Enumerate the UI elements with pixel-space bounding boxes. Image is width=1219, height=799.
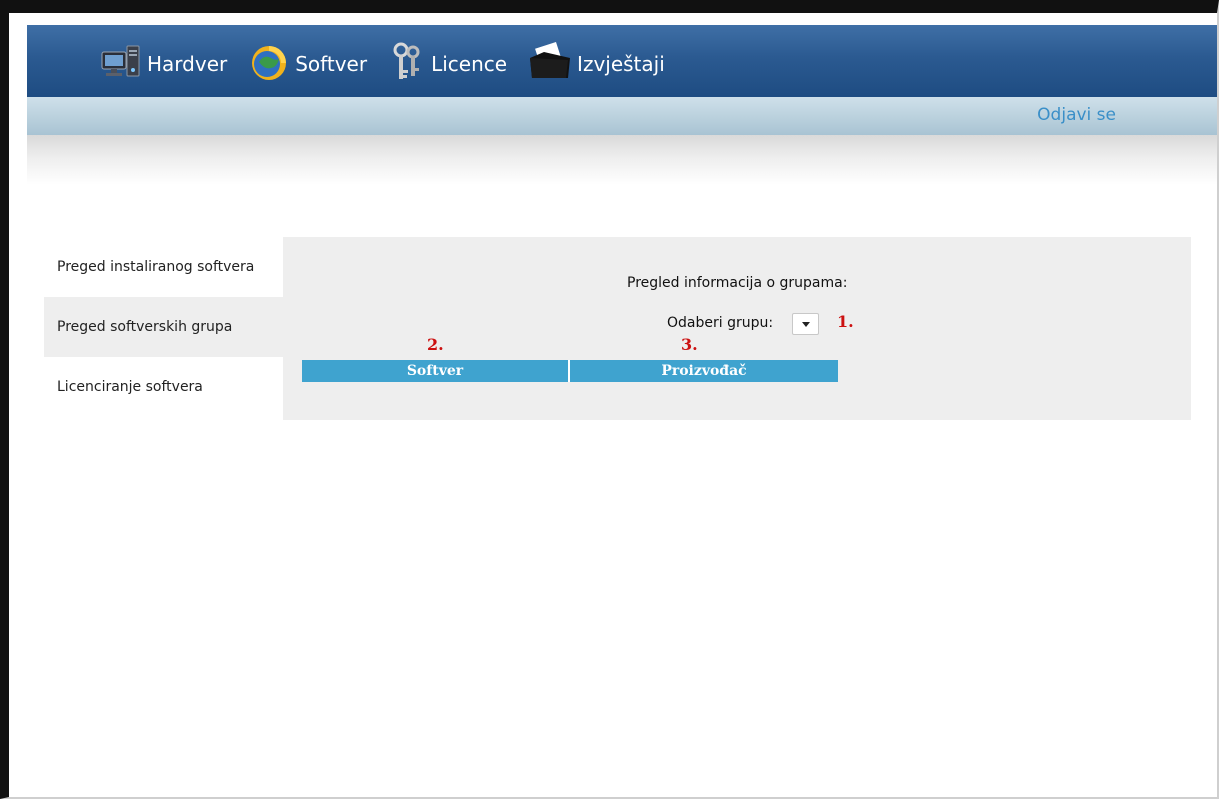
- nav-label: Hardver: [147, 52, 228, 76]
- chevron-down-icon: [802, 322, 810, 327]
- annotation-marker-1: 1.: [837, 312, 854, 331]
- sidebar-item-installed-software[interactable]: Preged instaliranog softvera: [44, 237, 283, 297]
- browser-frame: Hardver Softver Licence Izvještaji Odjav…: [0, 0, 1219, 799]
- groups-table-header: Softver Proizvođač: [302, 360, 838, 382]
- main-nav: Hardver Softver Licence Izvještaji: [99, 39, 685, 89]
- left-sidebar: Preged instaliranog softvera Preged soft…: [44, 237, 283, 417]
- nav-item-izvjestaji[interactable]: Izvještaji: [527, 41, 665, 86]
- nav-label: Izvještaji: [577, 52, 665, 76]
- group-select-label: Odaberi grupu:: [667, 315, 774, 331]
- nav-item-softver[interactable]: Softver: [247, 40, 367, 88]
- group-select[interactable]: [792, 313, 819, 335]
- keys-icon: [387, 40, 427, 88]
- nav-item-hardver[interactable]: Hardver: [99, 42, 227, 86]
- software-globe-icon: [247, 40, 291, 88]
- column-header-softver[interactable]: Softver: [302, 360, 570, 382]
- sidebar-item-software-licensing[interactable]: Licenciranje softvera: [44, 357, 283, 417]
- main-panel: Pregled informacija o grupama: Odaberi g…: [283, 237, 1191, 420]
- folder-icon: [527, 41, 573, 86]
- sidebar-item-label: Licenciranje softvera: [57, 379, 203, 395]
- nav-label: Softver: [295, 52, 368, 76]
- sidebar-item-label: Preged softverskih grupa: [57, 319, 233, 335]
- page-content: Hardver Softver Licence Izvještaji Odjav…: [9, 13, 1217, 797]
- computer-icon: [99, 42, 143, 86]
- sidebar-item-software-groups[interactable]: Preged softverskih grupa: [44, 297, 283, 357]
- column-header-proizvodac[interactable]: Proizvođač: [570, 360, 838, 382]
- header-shadow: [27, 135, 1217, 185]
- nav-item-licence[interactable]: Licence: [387, 40, 507, 88]
- panel-title: Pregled informacija o grupama:: [627, 275, 848, 291]
- logout-link[interactable]: Odjavi se: [1037, 105, 1116, 125]
- annotation-marker-3: 3.: [681, 335, 698, 354]
- sub-bar: Odjavi se: [27, 97, 1217, 135]
- annotation-marker-2: 2.: [427, 335, 444, 354]
- sidebar-item-label: Preged instaliranog softvera: [57, 259, 255, 275]
- nav-label: Licence: [431, 52, 508, 76]
- top-nav-bar: Hardver Softver Licence Izvještaji: [27, 25, 1217, 97]
